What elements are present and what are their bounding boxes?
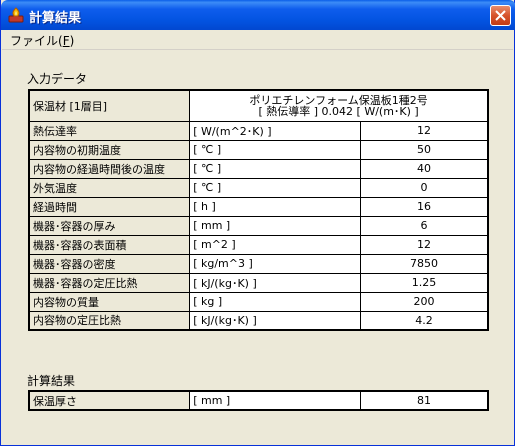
row-value: 7850 <box>359 253 489 274</box>
material-conductivity: [ 熱伝導率 ] 0.042 [ W/(m･K) ] <box>258 104 419 118</box>
row-value: 200 <box>359 291 489 312</box>
row-unit: [ m^2 ] <box>189 234 361 255</box>
result-table: 保温厚さ[ mm ] 81 <box>28 390 489 411</box>
menu-file-close: ) <box>69 34 75 48</box>
row-label: 内容物の初期温度 <box>28 139 191 160</box>
row-unit: [ kJ/(kg･K) ] <box>189 310 361 331</box>
row-unit: [ mm ] <box>189 215 361 236</box>
material-row: 保温材 [1層目] ポリエチレンフォーム保温板1種2号 [ 熱伝導率 ] 0.0… <box>28 89 489 122</box>
row-label: 内容物の経過時間後の温度 <box>28 158 191 179</box>
title-bar[interactable]: 計算結果 <box>1 0 515 30</box>
menu-file-label: ファイル( <box>10 34 63 48</box>
row-label: 経過時間 <box>28 196 191 217</box>
row-value: 12 <box>359 120 489 141</box>
table-row: 内容物の質量[ kg ] 200 <box>28 291 489 312</box>
row-unit: [ ℃ ] <box>189 177 361 198</box>
table-row: 機器･容器の定圧比熱[ kJ/(kg･K) ] 1.25 <box>28 272 489 293</box>
row-label: 内容物の定圧比熱 <box>28 310 191 331</box>
input-data-table: 保温材 [1層目] ポリエチレンフォーム保温板1種2号 [ 熱伝導率 ] 0.0… <box>28 89 489 331</box>
row-unit: [ h ] <box>189 196 361 217</box>
row-unit: [ kJ/(kg･K) ] <box>189 272 361 293</box>
table-row: 機器･容器の表面積[ m^2 ] 12 <box>28 234 489 255</box>
row-label: 機器･容器の定圧比熱 <box>28 272 191 293</box>
menu-file-mnemonic: F <box>62 34 70 48</box>
app-flame-icon <box>8 7 24 23</box>
close-button[interactable] <box>490 5 511 26</box>
material-label: 保温材 [1層目] <box>28 89 191 122</box>
table-row: 経過時間[ h ] 16 <box>28 196 489 217</box>
row-unit: [ kg/m^3 ] <box>189 253 361 274</box>
table-row: 保温厚さ[ mm ] 81 <box>28 390 489 411</box>
row-value: 16 <box>359 196 489 217</box>
table-row: 内容物の初期温度[ ℃ ] 50 <box>28 139 489 160</box>
result-window: 計算結果 ファイル(F) 入力データ 保温材 [1層目] ポリエチレンフォーム保… <box>0 0 515 446</box>
row-label: 内容物の質量 <box>28 291 191 312</box>
row-label: 熱伝達率 <box>28 120 191 141</box>
row-value: 4.2 <box>359 310 489 331</box>
window-title: 計算結果 <box>29 11 82 26</box>
row-value: 6 <box>359 215 489 236</box>
row-label: 機器･容器の厚み <box>28 215 191 236</box>
row-value: 40 <box>359 158 489 179</box>
row-value: 1.25 <box>359 272 489 293</box>
table-row: 機器･容器の密度[ kg/m^3 ] 7850 <box>28 253 489 274</box>
row-unit: [ kg ] <box>189 291 361 312</box>
table-row: 熱伝達率[ W/(m^2･K) ] 12 <box>28 120 489 141</box>
table-row: 内容物の定圧比熱[ kJ/(kg･K) ] 4.2 <box>28 310 489 331</box>
row-unit: [ W/(m^2･K) ] <box>189 120 361 141</box>
close-icon <box>495 10 506 21</box>
table-row: 機器･容器の厚み[ mm ] 6 <box>28 215 489 236</box>
row-label: 機器･容器の密度 <box>28 253 191 274</box>
row-unit: [ ℃ ] <box>189 139 361 160</box>
table-row: 外気温度[ ℃ ] 0 <box>28 177 489 198</box>
material-cell: ポリエチレンフォーム保温板1種2号 [ 熱伝導率 ] 0.042 [ W/(m･… <box>189 89 489 122</box>
menu-file[interactable]: ファイル(F) <box>10 32 74 49</box>
row-label: 外気温度 <box>28 177 191 198</box>
menu-bar: ファイル(F) <box>2 30 513 50</box>
row-value: 0 <box>359 177 489 198</box>
row-value: 50 <box>359 139 489 160</box>
table-row: 内容物の経過時間後の温度[ ℃ ] 40 <box>28 158 489 179</box>
row-label: 機器･容器の表面積 <box>28 234 191 255</box>
row-value: 81 <box>359 390 489 411</box>
result-section-heading: 計算結果 <box>27 374 76 388</box>
row-label: 保温厚さ <box>28 390 191 411</box>
row-unit: [ mm ] <box>189 390 361 411</box>
row-value: 12 <box>359 234 489 255</box>
row-unit: [ ℃ ] <box>189 158 361 179</box>
input-section-heading: 入力データ <box>27 72 88 86</box>
